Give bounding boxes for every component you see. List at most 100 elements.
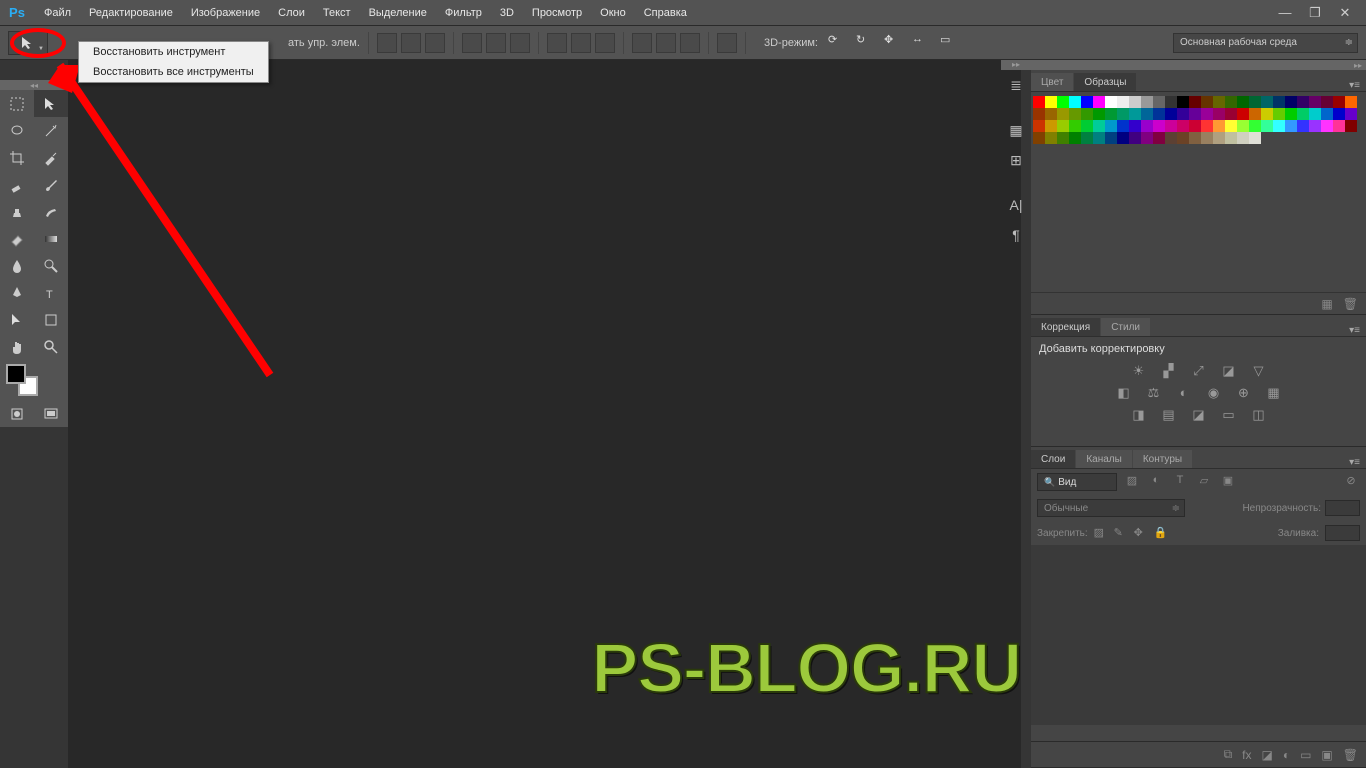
tool-marquee[interactable] — [0, 90, 34, 117]
adj-posterize-icon[interactable]: ▤ — [1159, 407, 1179, 423]
swatch[interactable] — [1213, 108, 1225, 120]
new-layer-icon[interactable]: ▣ — [1321, 748, 1332, 762]
tool-magic-wand[interactable] — [34, 117, 68, 144]
lock-transparency-icon[interactable]: ▨ — [1094, 526, 1108, 540]
swatch[interactable] — [1345, 120, 1357, 132]
swatch[interactable] — [1033, 96, 1045, 108]
swatch[interactable] — [1225, 96, 1237, 108]
swatch[interactable] — [1069, 120, 1081, 132]
3d-orbit-icon[interactable]: ⟳ — [828, 33, 848, 53]
swatch[interactable] — [1273, 108, 1285, 120]
swatch[interactable] — [1033, 132, 1045, 144]
tool-screen-mode[interactable] — [34, 400, 68, 427]
swatch[interactable] — [1309, 96, 1321, 108]
tool-type[interactable]: T — [34, 279, 68, 306]
swatch[interactable] — [1105, 96, 1117, 108]
fill-field[interactable] — [1325, 525, 1360, 541]
swatch[interactable] — [1237, 120, 1249, 132]
3d-zoom-icon[interactable]: ▭ — [940, 33, 960, 53]
swatch[interactable] — [1201, 120, 1213, 132]
swatch[interactable] — [1213, 96, 1225, 108]
tab-channels[interactable]: Каналы — [1076, 450, 1132, 468]
swatch[interactable] — [1129, 96, 1141, 108]
swatch[interactable] — [1081, 120, 1093, 132]
swatch[interactable] — [1201, 108, 1213, 120]
distribute-icon[interactable] — [571, 33, 591, 53]
swatch[interactable] — [1189, 96, 1201, 108]
swatch[interactable] — [1213, 120, 1225, 132]
swatch[interactable] — [1297, 96, 1309, 108]
dock-collapse[interactable]: ▸▸ — [1001, 60, 1031, 70]
delete-layer-icon[interactable]: 🗑 — [1343, 748, 1358, 762]
dock-character-icon[interactable]: A| — [1001, 190, 1031, 220]
tab-styles[interactable]: Стили — [1101, 318, 1150, 336]
opacity-field[interactable] — [1325, 500, 1360, 516]
adj-invert-icon[interactable]: ◨ — [1129, 407, 1149, 423]
swatch[interactable] — [1153, 132, 1165, 144]
filter-smart-icon[interactable]: ▣ — [1219, 474, 1237, 490]
tab-swatches[interactable]: Образцы — [1074, 73, 1136, 91]
tool-lasso[interactable] — [0, 117, 34, 144]
3d-slide-icon[interactable]: ↔ — [912, 33, 932, 53]
swatch[interactable] — [1129, 132, 1141, 144]
panel-menu-icon[interactable]: ▾≡ — [1343, 325, 1366, 336]
swatch[interactable] — [1105, 108, 1117, 120]
toolbox-grip[interactable]: ◂◂ — [0, 80, 68, 90]
filter-pixel-icon[interactable]: ▨ — [1123, 474, 1141, 490]
tool-path-selection[interactable] — [0, 306, 34, 333]
adj-curves-icon[interactable]: ⤢ — [1189, 363, 1209, 379]
swatch[interactable] — [1093, 108, 1105, 120]
swatch[interactable] — [1153, 108, 1165, 120]
dock-properties-icon[interactable]: ▦ — [1001, 115, 1031, 145]
swatch[interactable] — [1165, 120, 1177, 132]
swatch[interactable] — [1057, 132, 1069, 144]
swatch[interactable] — [1177, 108, 1189, 120]
swatch[interactable] — [1081, 132, 1093, 144]
swatch[interactable] — [1105, 120, 1117, 132]
menu-layers[interactable]: Слои — [270, 3, 313, 23]
group-icon[interactable]: ▭ — [1300, 748, 1311, 762]
swatch[interactable] — [1345, 108, 1357, 120]
swatch[interactable] — [1117, 120, 1129, 132]
swatch[interactable] — [1213, 132, 1225, 144]
swatch[interactable] — [1165, 96, 1177, 108]
swatch[interactable] — [1129, 120, 1141, 132]
swatch[interactable] — [1201, 96, 1213, 108]
panels-collapse[interactable]: ▸▸ — [1031, 60, 1366, 70]
swatch[interactable] — [1069, 108, 1081, 120]
tool-clone-stamp[interactable] — [0, 198, 34, 225]
swatch[interactable] — [1237, 132, 1249, 144]
tab-layers[interactable]: Слои — [1031, 450, 1075, 468]
swatch[interactable] — [1249, 132, 1261, 144]
swatch[interactable] — [1093, 120, 1105, 132]
swatch[interactable] — [1165, 108, 1177, 120]
swatch[interactable] — [1081, 108, 1093, 120]
swatch[interactable] — [1117, 108, 1129, 120]
swatch[interactable] — [1261, 120, 1273, 132]
swatch[interactable] — [1093, 96, 1105, 108]
tool-shape[interactable] — [34, 306, 68, 333]
swatch[interactable] — [1045, 108, 1057, 120]
filter-toggle-icon[interactable]: ⊘ — [1342, 474, 1360, 490]
tool-quickmask[interactable] — [0, 400, 34, 427]
swatch[interactable] — [1177, 96, 1189, 108]
tool-dodge[interactable] — [34, 252, 68, 279]
swatch[interactable] — [1189, 132, 1201, 144]
swatch[interactable] — [1141, 132, 1153, 144]
close-button[interactable]: ✕ — [1330, 3, 1360, 23]
align-icon[interactable] — [462, 33, 482, 53]
swatch[interactable] — [1297, 120, 1309, 132]
menu-file[interactable]: Файл — [36, 3, 79, 23]
menu-image[interactable]: Изображение — [183, 3, 268, 23]
swatches-grid[interactable] — [1031, 92, 1366, 292]
swatch[interactable] — [1249, 96, 1261, 108]
align-icon[interactable] — [377, 33, 397, 53]
adj-exposure-icon[interactable]: ◪ — [1219, 363, 1239, 379]
lock-all-icon[interactable]: 🔒 — [1154, 526, 1168, 540]
auto-align-icon[interactable] — [717, 33, 737, 53]
new-swatch-icon[interactable]: ▦ — [1321, 297, 1332, 311]
foreground-color-swatch[interactable] — [6, 364, 26, 384]
adj-bw-icon[interactable]: ◐ — [1174, 385, 1194, 401]
tool-hand[interactable] — [0, 333, 34, 360]
swatch[interactable] — [1225, 108, 1237, 120]
